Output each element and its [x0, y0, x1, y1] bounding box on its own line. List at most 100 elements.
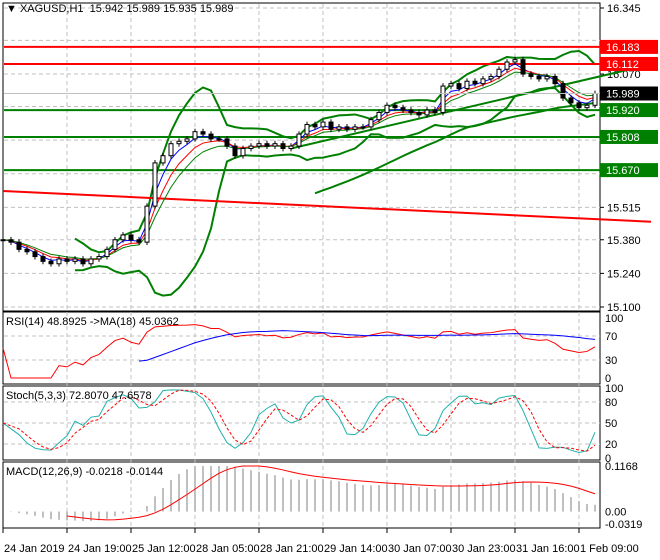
candle-body [584, 104, 590, 109]
candle-body [184, 138, 190, 142]
candle-body [552, 75, 558, 85]
candle-body [200, 131, 206, 135]
candle-body [208, 133, 214, 140]
candle-body [568, 97, 574, 104]
candle-body [88, 258, 94, 265]
time-label: 24 Jan 19:00 [68, 543, 132, 555]
close-value: 15.989 [199, 3, 234, 15]
candle-body [576, 102, 582, 109]
macd-tick: 0.1168 [605, 461, 638, 473]
candle-body [120, 234, 126, 241]
rsi-tick: 70 [605, 331, 617, 343]
time-label: 29 Jan 14:00 [324, 543, 388, 555]
candle-body [192, 131, 198, 140]
candle-body [136, 239, 142, 243]
price-label: 15.240 [607, 268, 641, 280]
candle-body [360, 126, 366, 129]
level-label: 15.920 [606, 105, 640, 117]
candle-body [464, 80, 470, 89]
candle-body [56, 258, 62, 265]
candle-body [80, 258, 86, 265]
candle-body [520, 59, 526, 75]
candle-body [112, 239, 118, 250]
rsi-label: RSI(14) 48.8925 ->MA(18) 45.0362 [6, 316, 179, 328]
candle-body [488, 75, 494, 80]
symbol-name: XAGUSD,H1 [19, 3, 84, 15]
candle-body [408, 109, 414, 113]
symbol-title: ▼ XAGUSD,H1 15.942 15.989 15.935 15.989 [6, 3, 233, 15]
time-label: 1 Feb 09:00 [580, 543, 639, 555]
time-label: 31 Jan 16:00 [516, 543, 580, 555]
candle-body [72, 258, 78, 262]
candle-body [344, 126, 350, 130]
candle-body [176, 140, 182, 145]
candle-body [48, 260, 54, 265]
candle-body [24, 248, 30, 253]
time-label: 30 Jan 23:00 [452, 543, 516, 555]
candle-body [440, 85, 446, 113]
candle-body [384, 104, 390, 113]
current-price-label: 15.989 [606, 88, 640, 100]
candle-body [96, 256, 102, 260]
candle-body [152, 162, 158, 207]
candle-body [32, 251, 38, 258]
candle-body [0, 239, 6, 242]
candle-body [168, 143, 174, 157]
moving-average-3 [2, 71, 596, 260]
stoch-tick: 50 [605, 418, 617, 430]
candle-body [304, 123, 310, 135]
macd-tick: -0.0319 [605, 519, 642, 531]
candle-body [328, 121, 334, 130]
candle-body [504, 61, 510, 70]
candle-body [472, 80, 478, 85]
candle-body [424, 109, 430, 116]
level-label: 15.670 [606, 165, 640, 177]
candle-body [392, 104, 398, 109]
stoch-tick: 80 [605, 397, 617, 409]
high-value: 15.989 [126, 3, 161, 15]
candle-body [592, 92, 598, 106]
time-label: 24 Jan 2019 [4, 543, 65, 555]
candle-body [312, 123, 318, 128]
time-label: 25 Jan 12:00 [132, 543, 196, 555]
candle-body [320, 121, 326, 128]
candle-body [448, 83, 454, 87]
candle-body [240, 147, 246, 157]
price-label: 15.380 [607, 235, 641, 247]
candle-body [416, 111, 422, 116]
candle-body [40, 256, 46, 262]
candle-body [432, 109, 438, 113]
dropdown-triangle-icon[interactable]: ▼ [6, 3, 17, 15]
candle-body [368, 119, 374, 128]
candle-body [496, 68, 502, 77]
candle-body [544, 75, 550, 80]
candle-body [232, 145, 238, 157]
candle-body [224, 138, 230, 147]
candle-body [480, 78, 486, 85]
candle-body [376, 111, 382, 121]
candle-body [216, 138, 222, 141]
candle-body [128, 234, 134, 241]
level-label: 15.808 [606, 132, 640, 144]
candle-body [8, 239, 14, 243]
open-value: 15.942 [89, 3, 124, 15]
trendline [290, 63, 652, 150]
macd-label: MACD(12,26,9) -0.0218 -0.0144 [6, 466, 164, 478]
candle-body [160, 155, 166, 164]
rsi-line [2, 324, 596, 379]
time-label: 28 Jan 21:00 [260, 543, 324, 555]
price-label: 15.515 [607, 202, 641, 214]
time-label: 30 Jan 07:00 [388, 543, 452, 555]
candle-body [256, 143, 262, 147]
macd-tick: 0.00 [605, 507, 626, 519]
candle-body [528, 73, 534, 77]
trendline [2, 190, 652, 223]
candle-body [16, 241, 22, 250]
candle-body [456, 83, 462, 89]
candle-body [400, 107, 406, 111]
candle-body [336, 126, 342, 130]
stoch-label: Stoch(5,3,3) 72.8070 47.6578 [6, 390, 152, 402]
candle-body [352, 126, 358, 130]
chart-window[interactable]: 24 Jan 2019 24 Jan 19:00 25 Jan 12:00 28 Ja… [0, 0, 660, 560]
rsi-tick: 100 [605, 313, 623, 325]
